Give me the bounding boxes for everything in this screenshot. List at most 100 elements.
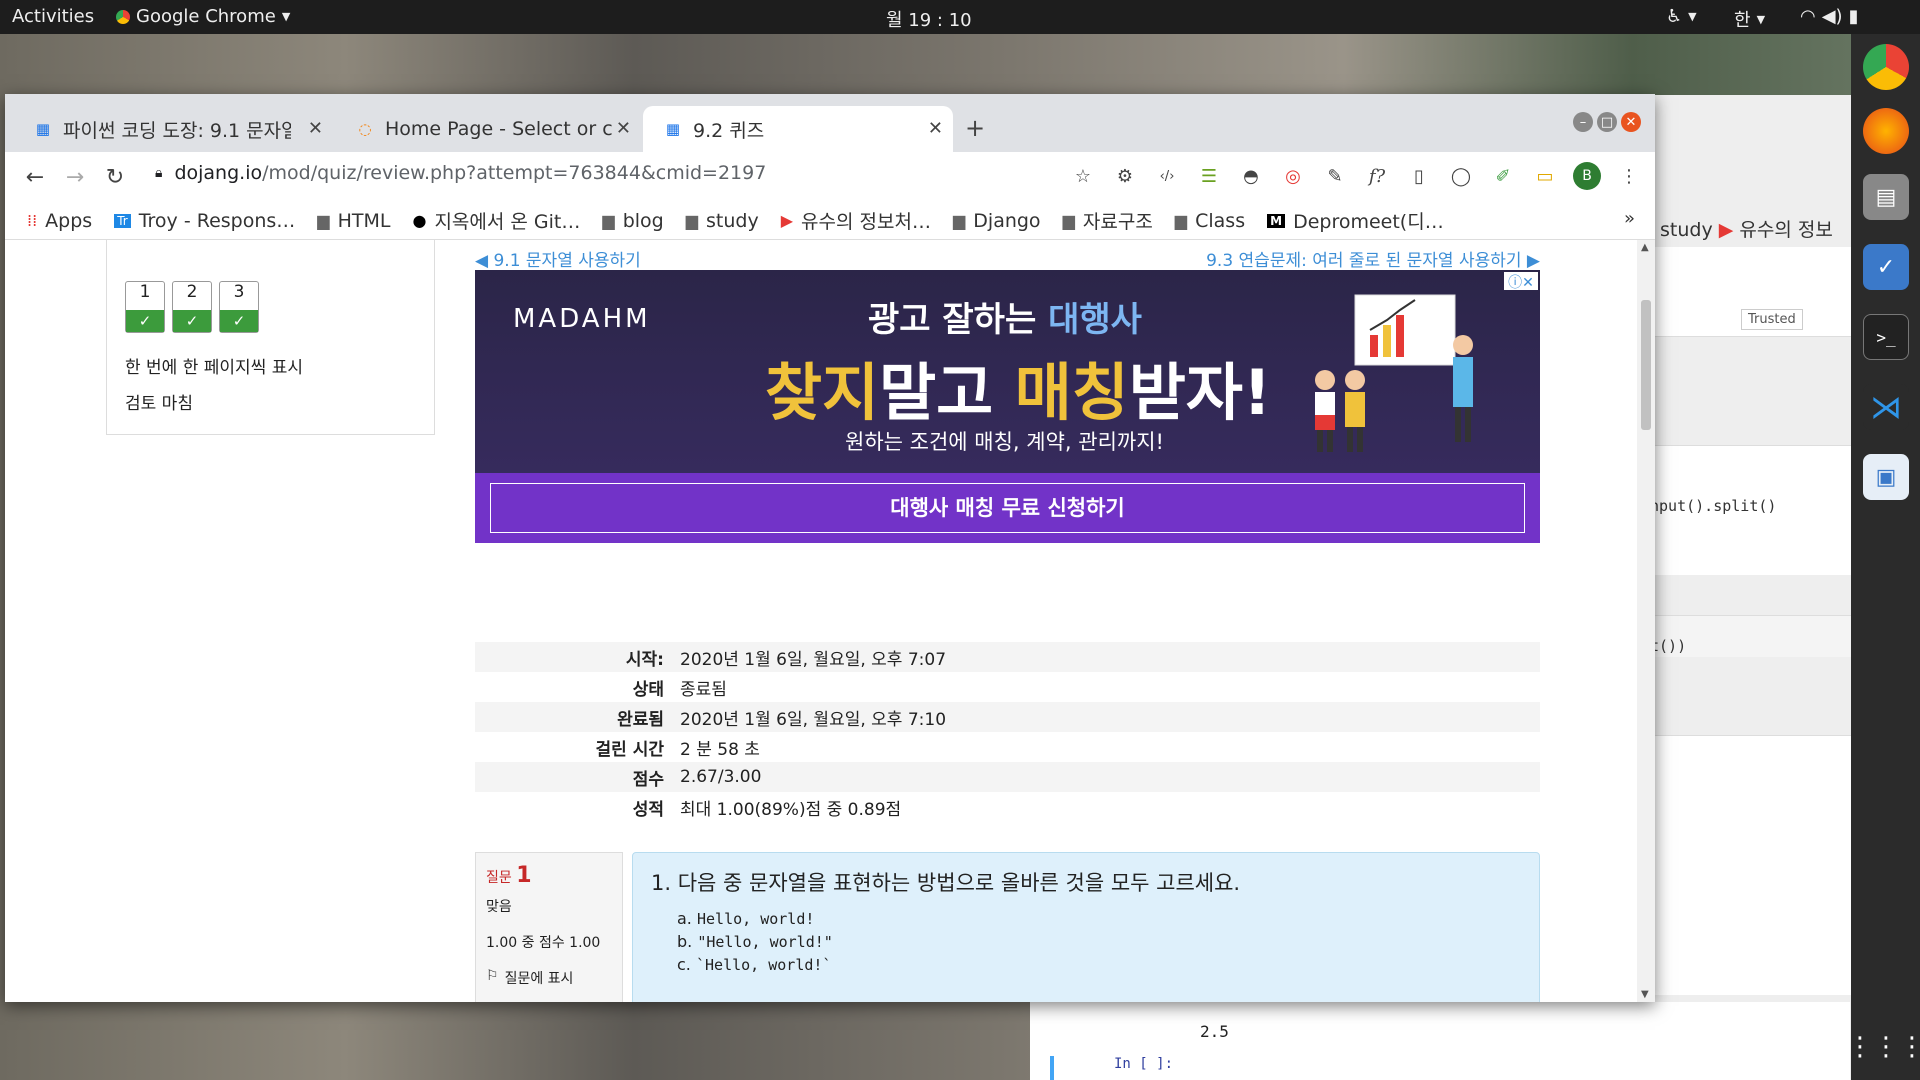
vscode-dock-icon[interactable]: ⋊ — [1863, 384, 1909, 430]
ad-headline-2b: 말고 — [879, 356, 1015, 429]
quiz-navigation-block: 1 ✓ 2 ✓ 3 ✓ 한 번에 한 페이지씩 표시 검토 마침 — [106, 240, 435, 435]
close-icon[interactable]: ✕ — [616, 118, 631, 139]
bookmark-datastructure[interactable]: ▆ 자료구조 — [1063, 207, 1153, 234]
question-nav-button[interactable]: 3 ✓ — [219, 281, 259, 333]
ad-cta-button[interactable]: 대행사 매칭 무료 신청하기 — [490, 483, 1525, 533]
bookmark-blog[interactable]: ▆ blog — [602, 210, 663, 232]
extension-spiral-icon[interactable]: ◎ — [1279, 162, 1307, 190]
wifi-icon: ◠ — [1800, 6, 1816, 27]
bookmark-label: Depromeet(디… — [1293, 211, 1444, 233]
close-icon[interactable]: ✕ — [308, 118, 323, 139]
page-content: 1 ✓ 2 ✓ 3 ✓ 한 번에 한 페이지씩 표시 검토 마침 ◀ 9.1 문자열 … — [5, 240, 1637, 1002]
bookmark-label: HTML — [337, 209, 391, 232]
prev-lesson-link[interactable]: ◀ 9.1 문자열 사용하기 — [475, 251, 641, 271]
forward-arrow-icon[interactable]: → — [55, 165, 95, 190]
back-arrow-icon[interactable]: ← — [15, 165, 55, 190]
bookmark-study[interactable]: ▆ study — [686, 210, 759, 232]
extension-code-icon[interactable]: ‹/› — [1153, 162, 1181, 190]
activities-label: Activities — [12, 6, 95, 27]
extension-settings-icon[interactable]: ⚙ — [1111, 162, 1139, 190]
advertisement-banner[interactable]: ⓘ✕ MADAHM 광고 잘하는 대행사 찾지말고 매칭받자! 원하는 조건에 … — [475, 270, 1540, 543]
bookmark-django[interactable]: ▆ Django — [953, 210, 1041, 232]
extension-brush-icon[interactable]: ✐ — [1489, 162, 1517, 190]
chrome-dock-icon[interactable] — [1863, 44, 1909, 90]
menu-kebab-icon[interactable]: ⋮ — [1615, 162, 1643, 190]
trusted-badge[interactable]: Trusted — [1741, 309, 1803, 330]
bookmark-class[interactable]: ▆ Class — [1175, 210, 1245, 232]
answer-option[interactable]: b. "Hello, world!" — [677, 932, 1521, 951]
app-menu[interactable]: Google Chrome ▼ — [116, 6, 290, 27]
image-viewer-dock-icon[interactable]: ▣ — [1863, 454, 1909, 500]
activities-button[interactable]: Activities — [12, 6, 94, 27]
system-status-icons[interactable]: ◠ ◀) ▮ — [1800, 6, 1859, 27]
bookmark-depromeet[interactable]: M Depromeet(디… — [1267, 207, 1444, 234]
minimize-icon[interactable]: – — [1573, 112, 1593, 132]
tasks-dock-icon[interactable]: ✓ — [1863, 244, 1909, 290]
address-bar[interactable]: 🔒︎ dojang.io/mod/quiz/review.php?attempt… — [155, 162, 766, 184]
battery-icon: ▮ — [1848, 6, 1859, 27]
tab-label: 9.2 퀴즈 — [693, 119, 765, 142]
extension-mask-icon[interactable]: ◓ — [1237, 162, 1265, 190]
answer-option[interactable]: c. `Hello, world!` — [677, 955, 1521, 974]
attempt-summary-table: 시작: 2020년 1월 6일, 월요일, 오후 7:07 상태 종료됨 완료됨 20… — [475, 642, 1540, 822]
scroll-down-icon[interactable]: ▼ — [1641, 989, 1649, 1000]
option-letter: b. — [677, 932, 693, 951]
bookmarks-overflow-icon[interactable]: » — [1624, 208, 1635, 229]
bookmark-youtube[interactable]: ▶ 유수의 정보처… — [781, 207, 931, 234]
input-method[interactable]: 한 ▼ — [1734, 6, 1765, 32]
ad-headline-2a: 찾지 — [765, 356, 880, 429]
show-one-page-link[interactable]: 한 번에 한 페이지씩 표시 — [125, 353, 303, 378]
bookmark-apps[interactable]: ⁞⁞ Apps — [27, 210, 92, 232]
window-close-icon[interactable]: ✕ — [1621, 112, 1641, 132]
show-apps-icon[interactable]: ⋮⋮⋮ — [1847, 1024, 1920, 1070]
summary-row: 완료됨 2020년 1월 6일, 월요일, 오후 7:10 — [475, 702, 1540, 732]
extension-font-icon[interactable]: f? — [1363, 162, 1391, 190]
caret-down-icon: ▼ — [281, 10, 291, 23]
summary-key: 시작: — [625, 649, 664, 670]
trello-icon: Tr — [114, 213, 131, 228]
bookmark-html[interactable]: ▆ HTML — [317, 210, 390, 232]
tab-dojang-9-1[interactable]: ▦ 파이썬 코딩 도장: 9.1 문자열 ✕ — [13, 106, 333, 152]
check-icon: ✓ — [126, 310, 164, 332]
scrollbar-thumb[interactable] — [1641, 300, 1651, 430]
input-method-label: 한 — [1734, 10, 1751, 31]
close-icon[interactable]: ✕ — [928, 118, 943, 139]
clock[interactable]: 월 19 : 10 — [886, 6, 972, 32]
extension-phone-icon[interactable]: ▯ — [1405, 162, 1433, 190]
terminal-dock-icon[interactable]: >_ — [1863, 314, 1909, 360]
scroll-up-icon[interactable]: ▲ — [1641, 242, 1649, 253]
answer-option[interactable]: a. Hello, world! — [677, 909, 1521, 928]
page-scrollbar[interactable]: ▲ ▼ — [1637, 240, 1655, 1002]
lock-icon: 🔒︎ — [155, 165, 163, 181]
extension-circle-icon[interactable]: ◯ — [1447, 162, 1475, 190]
question-nav-button[interactable]: 2 ✓ — [172, 281, 212, 333]
next-lesson-link[interactable]: 9.3 연습문제: 여러 줄로 된 문자열 사용하기 ▶ — [1206, 246, 1540, 271]
bookmark-git[interactable]: ● 지옥에서 온 Git… — [412, 207, 580, 234]
accessibility-icon[interactable]: ♿ ▼ — [1666, 6, 1697, 27]
extension-card-icon[interactable]: ▭ — [1531, 162, 1559, 190]
reload-icon[interactable]: ↻ — [95, 165, 135, 190]
url-domain: dojang.io — [174, 162, 263, 184]
bg-output-value: 2.5 — [1200, 1022, 1229, 1041]
finish-review-link[interactable]: 검토 마침 — [125, 389, 193, 414]
tab-home-page[interactable]: ◌ Home Page - Select or cre ✕ — [335, 106, 641, 152]
extension-eyedropper-icon[interactable]: ✎ — [1321, 162, 1349, 190]
dojang-favicon-icon: ▦ — [665, 120, 681, 138]
summary-row: 상태 종료됨 — [475, 672, 1540, 702]
summary-row: 시작: 2020년 1월 6일, 월요일, 오후 7:07 — [475, 642, 1540, 672]
summary-key: 걸린 시간 — [595, 739, 664, 760]
ad-choices-icon[interactable]: ⓘ✕ — [1504, 272, 1538, 291]
chrome-icon — [116, 9, 130, 24]
check-icon: ✓ — [220, 310, 258, 332]
files-dock-icon[interactable]: ▤ — [1863, 174, 1909, 220]
new-tab-button[interactable]: + — [965, 114, 985, 142]
maximize-icon[interactable]: □ — [1597, 112, 1617, 132]
question-nav-button[interactable]: 1 ✓ — [125, 281, 165, 333]
flag-question-link[interactable]: ⚐ 질문에 표시 — [486, 968, 612, 988]
profile-avatar[interactable]: B — [1573, 162, 1601, 190]
bookmark-troy[interactable]: Tr Troy - Respons… — [114, 210, 295, 232]
bookmark-star-icon[interactable]: ☆ — [1069, 162, 1097, 190]
tab-quiz-9-2[interactable]: ▦ 9.2 퀴즈 ✕ — [643, 106, 953, 152]
extension-ladder-icon[interactable]: ☰ — [1195, 162, 1223, 190]
firefox-dock-icon[interactable] — [1863, 108, 1909, 154]
